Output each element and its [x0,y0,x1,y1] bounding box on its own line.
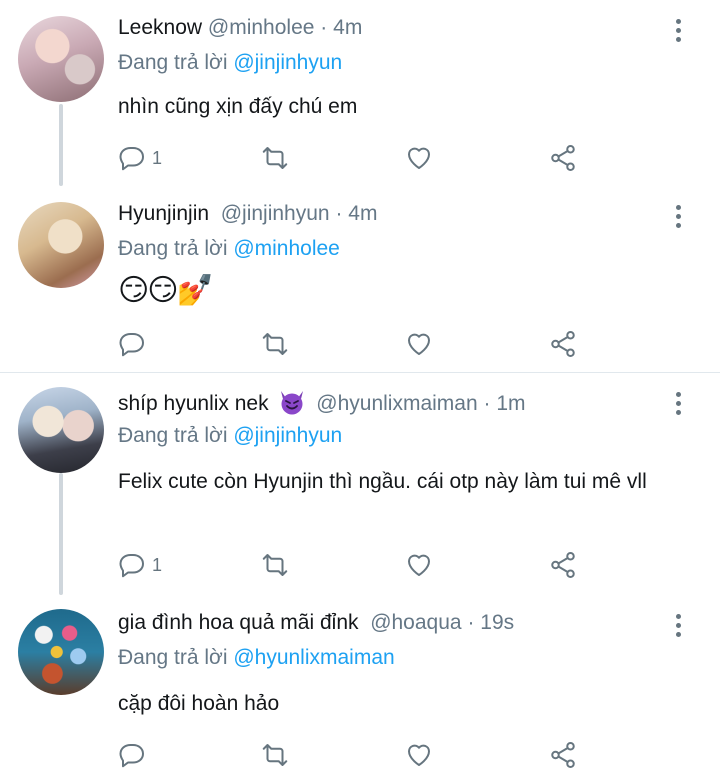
avatar[interactable] [18,16,104,102]
replying-to-label: Đang trả lời [118,646,228,669]
mention-link[interactable]: @hyunlixmaiman [233,646,394,669]
share-button[interactable] [548,549,578,581]
share-icon [551,742,575,768]
like-button[interactable] [404,328,434,360]
heart-icon [408,333,430,355]
separator: · [483,392,491,415]
mention-link[interactable]: @minholee [233,237,340,260]
separator: · [320,16,328,39]
retweet-icon [262,744,288,766]
replying-to-label: Đang trả lời [118,51,228,74]
thread-line [59,104,63,186]
tweet[interactable]: Leeknow @minholee · 4m Đang trả lời @jin… [0,0,720,186]
replying-to: Đang trả lời @jinjinhyun [118,51,342,75]
heart-icon [408,147,430,169]
share-icon [551,331,575,357]
reply-icon [119,554,144,578]
display-name[interactable]: gia đình hoa quả mãi đỉnk [118,611,359,634]
retweet-icon [262,333,288,355]
avatar[interactable] [18,609,104,695]
like-button[interactable] [404,549,434,581]
reply-button[interactable]: 1 [118,142,162,174]
reply-button[interactable] [118,739,152,771]
reply-count: 1 [152,554,163,575]
retweet-button[interactable] [260,142,290,174]
display-name[interactable]: shíp hyunlix nek [118,392,269,415]
tweet-header: Leeknow @minholee · 4m [118,16,362,40]
replying-to: Đang trả lời @hyunlixmaiman [118,646,395,670]
share-button[interactable] [548,142,578,174]
replying-to: Đang trả lời @minholee [118,237,340,261]
replying-to-label: Đang trả lời [118,424,228,447]
retweet-button[interactable] [260,549,290,581]
more-options-icon[interactable] [672,614,684,640]
user-handle[interactable]: @hyunlixmaiman [316,392,477,415]
mention-link[interactable]: @jinjinhyun [233,424,342,447]
share-icon [551,145,575,171]
like-button[interactable] [404,142,434,174]
reply-icon [119,147,144,171]
avatar[interactable] [18,202,104,288]
display-name[interactable]: Leeknow [118,16,202,39]
more-options-icon[interactable] [672,19,684,45]
separator: · [335,202,343,225]
tweet-actions: 1 [118,549,588,581]
user-handle[interactable]: @jinjinhyun [221,202,330,225]
more-options-icon[interactable] [672,392,684,418]
reply-feed: Leeknow @minholee · 4m Đang trả lời @jin… [0,0,720,778]
tweet-actions [118,739,588,771]
reply-button[interactable] [118,328,152,360]
reply-icon [119,744,144,768]
reply-count: 1 [152,147,163,168]
share-icon [551,552,575,578]
replying-to: Đang trả lời @jinjinhyun [118,424,342,448]
tweet-header: gia đình hoa quả mãi đỉnk @hoaqua · 19s [118,611,514,635]
display-name[interactable]: Hyunjinjin [118,202,209,225]
tweet[interactable]: Hyunjinjin @jinjinhyun · 4m Đang trả lời… [0,186,720,372]
timestamp[interactable]: 4m [348,202,377,225]
tweet[interactable]: shíp hyunlix nek @hyunlixmaiman · 1m Đan… [0,373,720,595]
reply-button[interactable]: 1 [118,549,162,581]
tweet-text: cặp đôi hoàn hảo [118,692,280,715]
tweet-text: nhìn cũng xịn đấy chú em [118,95,358,118]
heart-icon [408,554,430,576]
timestamp[interactable]: 1m [496,392,525,415]
reply-icon [119,333,144,357]
heart-icon [408,744,430,766]
user-handle[interactable]: @hoaqua [370,611,461,634]
like-button[interactable] [404,739,434,771]
retweet-button[interactable] [260,328,290,360]
tweet-text: Felix cute còn Hyunjin thì ngầu. cái otp… [118,470,647,493]
smiling-devil-emoji-icon [281,391,304,415]
retweet-icon [262,147,288,169]
share-button[interactable] [548,739,578,771]
tweet-header: Hyunjinjin @jinjinhyun · 4m [118,202,377,226]
separator: · [467,611,475,634]
thread-line [59,473,63,595]
avatar[interactable] [18,387,104,473]
share-button[interactable] [548,328,578,360]
more-options-icon[interactable] [672,205,684,231]
user-handle[interactable]: @minholee [208,16,315,39]
tweet[interactable]: gia đình hoa quả mãi đỉnk @hoaqua · 19s … [0,595,720,778]
tweet-header: shíp hyunlix nek @hyunlixmaiman · 1m [118,389,526,416]
replying-to-label: Đang trả lời [118,237,228,260]
timestamp[interactable]: 4m [333,16,362,39]
retweet-button[interactable] [260,739,290,771]
timestamp[interactable]: 19s [480,611,514,634]
tweet-actions [118,328,588,360]
tweet-text: 😏😏💅 [118,274,214,307]
tweet-actions: 1 [118,142,588,174]
mention-link[interactable]: @jinjinhyun [233,51,342,74]
retweet-icon [262,554,288,576]
